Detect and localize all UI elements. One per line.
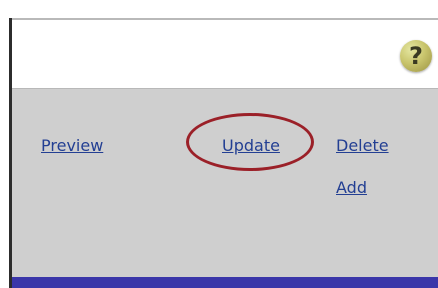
header-panel [12, 20, 438, 88]
actions-panel [12, 89, 438, 277]
top-strip [0, 0, 438, 8]
preview-link[interactable]: Preview [41, 136, 103, 155]
update-link[interactable]: Update [222, 136, 280, 155]
help-icon-glyph: ? [409, 42, 423, 70]
add-link[interactable]: Add [336, 178, 367, 197]
bottom-blue-bar [12, 277, 438, 288]
help-icon[interactable]: ? [400, 40, 432, 72]
delete-link[interactable]: Delete [336, 136, 389, 155]
screenshot-frame: ? Preview Update Delete Add [0, 0, 438, 288]
